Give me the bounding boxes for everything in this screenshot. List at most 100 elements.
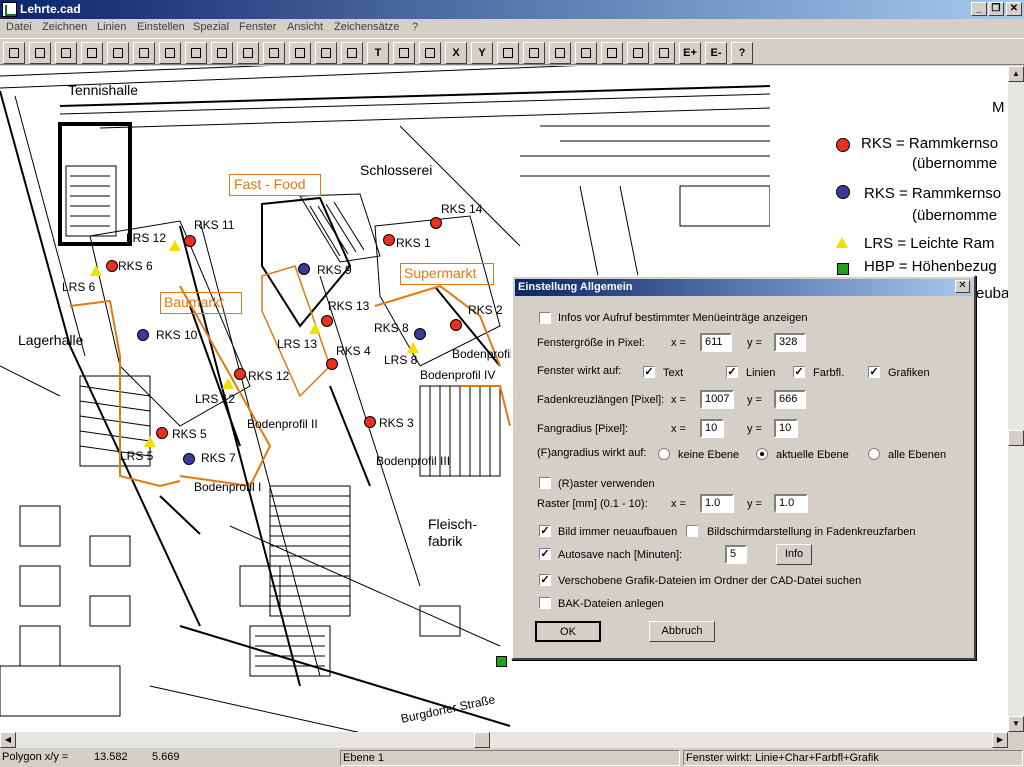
moved-graphics-checkbox[interactable]: ✓: [539, 574, 551, 586]
info-button[interactable]: Info: [776, 544, 812, 565]
horizontal-scroll-thumb[interactable]: [474, 732, 490, 748]
dialog-close-button[interactable]: ✕: [955, 280, 970, 293]
select-arrow-button[interactable]: [211, 42, 233, 64]
cut-red-button[interactable]: [393, 42, 415, 64]
affects-text-checkbox[interactable]: ✓: [643, 366, 655, 378]
paint-button[interactable]: [653, 42, 675, 64]
minimize-button[interactable]: _: [971, 2, 987, 16]
y-axis-button[interactable]: Y: [471, 42, 493, 64]
menu-zeichensaetze[interactable]: Zeichensätze: [334, 21, 399, 33]
marker-rks4[interactable]: [326, 358, 338, 370]
menu-spezial[interactable]: Spezial: [193, 21, 229, 33]
circle-button[interactable]: [315, 42, 337, 64]
menu-einstellen[interactable]: Einstellen: [137, 21, 185, 33]
crosshair-y-input[interactable]: 666: [774, 390, 806, 409]
eraser-button[interactable]: [523, 42, 545, 64]
crosshair-x-input[interactable]: 1007: [700, 390, 734, 409]
marker-lrs5[interactable]: [144, 436, 156, 447]
marker-rks3[interactable]: [364, 416, 376, 428]
use-grid-checkbox[interactable]: [539, 477, 551, 489]
marker-rks12[interactable]: [234, 368, 246, 380]
text-tool-button[interactable]: T: [367, 42, 389, 64]
marker-rks7[interactable]: [183, 453, 195, 465]
new-file-button[interactable]: [3, 42, 25, 64]
zoom-out-button[interactable]: [185, 42, 207, 64]
grid-y-input[interactable]: 1.0: [774, 494, 808, 513]
cancel-button[interactable]: Abbruch: [649, 621, 715, 642]
rectangle-icon: [295, 48, 305, 58]
scroll-up-button[interactable]: ▲: [1008, 66, 1024, 82]
bak-files-checkbox[interactable]: [539, 597, 551, 609]
ok-button[interactable]: OK: [535, 621, 601, 642]
polyline-button[interactable]: [263, 42, 285, 64]
grid-x-input[interactable]: 1.0: [700, 494, 734, 513]
open-folder-button[interactable]: [29, 42, 51, 64]
scissors-button[interactable]: [419, 42, 441, 64]
screen-crosshair-checkbox[interactable]: [686, 525, 698, 537]
rectangle-button[interactable]: [289, 42, 311, 64]
app-icon[interactable]: [2, 2, 17, 17]
affects-fill-checkbox[interactable]: ✓: [793, 366, 805, 378]
wrench-button[interactable]: [107, 42, 129, 64]
layers-button[interactable]: [497, 42, 519, 64]
marker-lrs12b[interactable]: [222, 378, 234, 389]
marker-lrs6[interactable]: [90, 265, 102, 276]
legend-marker-rks-red: [836, 138, 850, 152]
menu-ansicht[interactable]: Ansicht: [287, 21, 323, 33]
window-x-input[interactable]: 611: [700, 333, 732, 352]
autosave-checkbox[interactable]: ✓: [539, 548, 551, 560]
horizontal-scrollbar[interactable]: ◀ ▶: [0, 732, 1008, 748]
info-menu-checkbox[interactable]: [539, 312, 551, 324]
always-redraw-checkbox[interactable]: ✓: [539, 525, 551, 537]
zoom-page-button[interactable]: [133, 42, 155, 64]
level-down-button[interactable]: E-: [705, 42, 727, 64]
affects-graphics-checkbox[interactable]: ✓: [868, 366, 880, 378]
zoom-in-button[interactable]: [159, 42, 181, 64]
restore-button[interactable]: ❐: [988, 2, 1004, 16]
level-up-button[interactable]: E+: [679, 42, 701, 64]
marker-lrs13[interactable]: [309, 323, 321, 334]
window-y-input[interactable]: 328: [774, 333, 806, 352]
vertical-scroll-thumb[interactable]: [1008, 430, 1024, 446]
marker-rks8[interactable]: [414, 328, 426, 340]
save-button[interactable]: [55, 42, 77, 64]
print-button[interactable]: [81, 42, 103, 64]
vertical-scrollbar[interactable]: ▲ ▼: [1008, 66, 1024, 732]
pen-button[interactable]: [627, 42, 649, 64]
close-button[interactable]: ✕: [1006, 2, 1022, 16]
radio-all-layers[interactable]: [868, 448, 880, 460]
marker-rks5[interactable]: [156, 427, 168, 439]
marker-lrs8[interactable]: [407, 342, 419, 353]
scroll-right-button[interactable]: ▶: [992, 732, 1008, 748]
marker-hbp[interactable]: [496, 656, 507, 667]
autosave-input[interactable]: 5: [725, 545, 747, 564]
catch-x-input[interactable]: 10: [700, 419, 724, 438]
marker-rks14[interactable]: [430, 217, 442, 229]
menu-linien[interactable]: Linien: [97, 21, 126, 33]
marker-rks9[interactable]: [298, 263, 310, 275]
menu-help[interactable]: ?: [412, 21, 418, 33]
marker-rks1[interactable]: [383, 234, 395, 246]
scroll-left-button[interactable]: ◀: [0, 732, 16, 748]
catch-y-input[interactable]: 10: [774, 419, 798, 438]
window-button[interactable]: [601, 42, 623, 64]
copy-button[interactable]: [575, 42, 597, 64]
arc-button[interactable]: [341, 42, 363, 64]
menu-fenster[interactable]: Fenster: [239, 21, 276, 33]
x-axis-button[interactable]: X: [445, 42, 467, 64]
help-button[interactable]: ?: [731, 42, 753, 64]
marker-rks6[interactable]: [106, 260, 118, 272]
polygon-button[interactable]: [237, 42, 259, 64]
marker-lrs12a[interactable]: [169, 240, 181, 251]
marker-rks2[interactable]: [450, 319, 462, 331]
radio-no-layer[interactable]: [658, 448, 670, 460]
marker-rks11[interactable]: [184, 235, 196, 247]
menu-zeichnen[interactable]: Zeichnen: [42, 21, 87, 33]
marker-rks13[interactable]: [321, 315, 333, 327]
radio-current-layer[interactable]: [756, 448, 768, 460]
edit-button[interactable]: [549, 42, 571, 64]
affects-lines-checkbox[interactable]: ✓: [726, 366, 738, 378]
menu-datei[interactable]: Datei: [6, 21, 32, 33]
marker-rks10[interactable]: [137, 329, 149, 341]
scroll-down-button[interactable]: ▼: [1008, 716, 1024, 732]
